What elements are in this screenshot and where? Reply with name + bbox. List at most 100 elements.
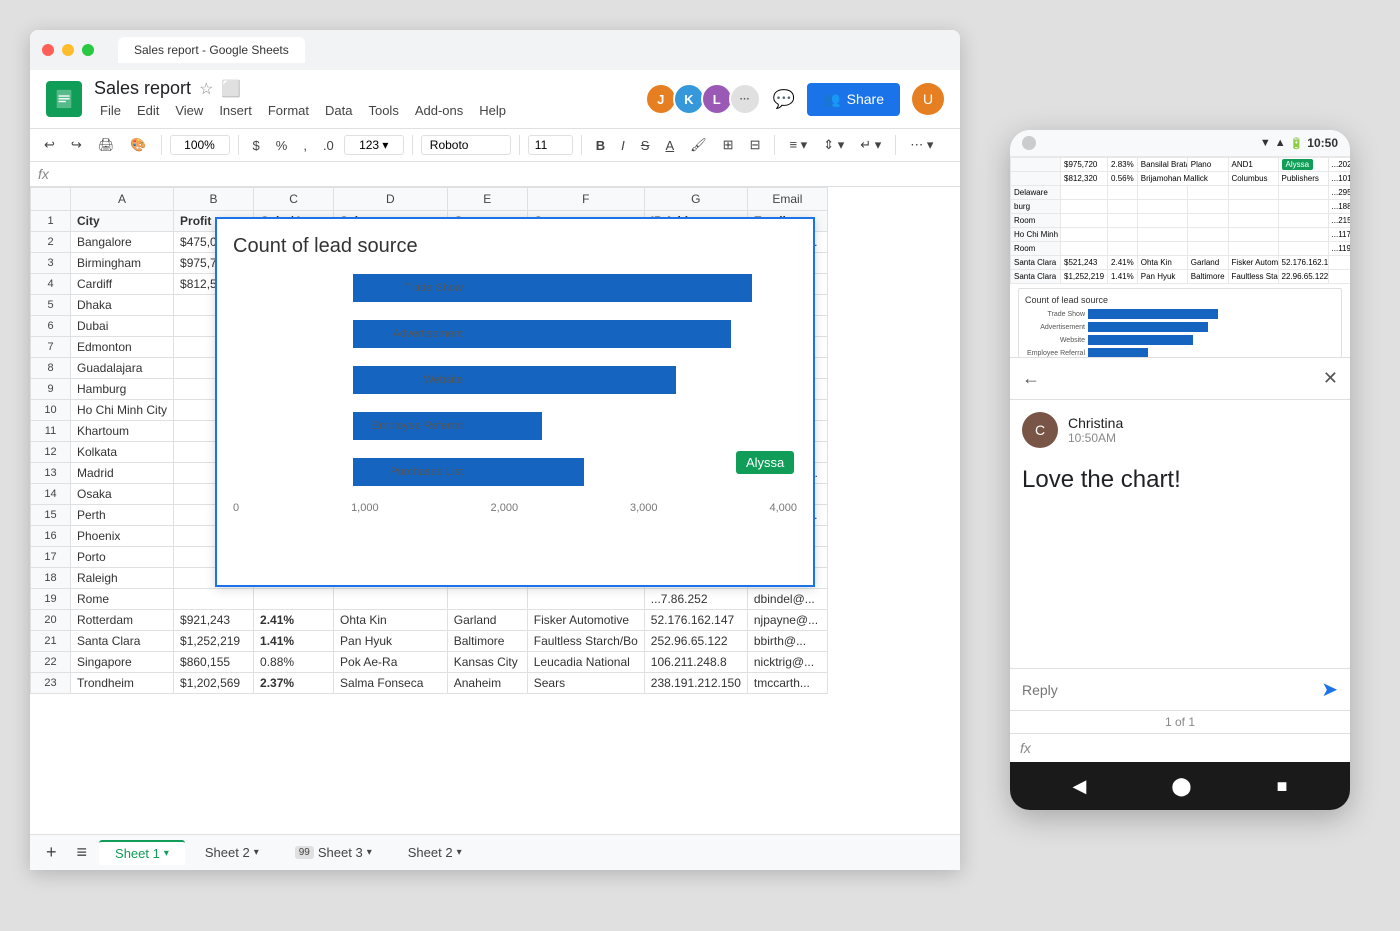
cell-r20-c6[interactable]: Faultless Starch/Bo	[527, 631, 644, 652]
cell-r21-c5[interactable]: Kansas City	[447, 652, 527, 673]
cell-r18-c7[interactable]: ...7.86.252	[644, 589, 747, 610]
cell-r14-c1[interactable]: Perth	[71, 505, 174, 526]
cell-r6-c1[interactable]: Edmonton	[71, 337, 174, 358]
cell-r18-c6[interactable]	[527, 589, 644, 610]
close-comments-button[interactable]: ✕	[1323, 368, 1338, 389]
add-sheet-button[interactable]: +	[38, 838, 65, 867]
cell-r20-c3[interactable]: 1.41%	[254, 631, 334, 652]
col-g-header[interactable]: G	[644, 188, 747, 211]
italic-button[interactable]: I	[615, 134, 631, 157]
cell-r22-c4[interactable]: Salma Fonseca	[334, 673, 448, 694]
cell-r21-c8[interactable]: nicktrig@...	[747, 652, 827, 673]
cell-r1-c0[interactable]: 2	[31, 232, 71, 253]
cell-r19-c6[interactable]: Fisker Automotive	[527, 610, 644, 631]
cell-r12-c1[interactable]: Madrid	[71, 463, 174, 484]
cell-r12-c0[interactable]: 13	[31, 463, 71, 484]
number-format[interactable]: 123 ▾	[344, 135, 404, 155]
cell-r20-c4[interactable]: Pan Hyuk	[334, 631, 448, 652]
doc-title[interactable]: Sales report	[94, 78, 191, 99]
cell-r18-c3[interactable]	[254, 589, 334, 610]
menu-insert[interactable]: Insert	[213, 101, 258, 120]
cell-r7-c1[interactable]: Guadalajara	[71, 358, 174, 379]
cell-r18-c2[interactable]	[174, 589, 254, 610]
cell-r1-c1[interactable]: Bangalore	[71, 232, 174, 253]
strikethrough-button[interactable]: S	[635, 134, 656, 157]
cell-r2-c1[interactable]: Birmingham	[71, 253, 174, 274]
redo-button[interactable]: ↪	[65, 133, 88, 157]
valign-button[interactable]: ⇕ ▾	[817, 133, 850, 157]
reply-input[interactable]	[1022, 682, 1313, 698]
paint-format-button[interactable]: 🎨	[124, 133, 152, 157]
cell-r15-c1[interactable]: Phoenix	[71, 526, 174, 547]
cell-r19-c3[interactable]: 2.41%	[254, 610, 334, 631]
sheet-tab-2[interactable]: Sheet 2 ▾	[189, 841, 275, 864]
cell-r18-c8[interactable]: dbindel@...	[747, 589, 827, 610]
menu-edit[interactable]: Edit	[131, 101, 165, 120]
col-d-header[interactable]: D	[334, 188, 448, 211]
font-size-selector[interactable]: 11	[528, 135, 573, 155]
menu-tools[interactable]: Tools	[362, 101, 404, 120]
zoom-control[interactable]: 100%	[170, 135, 230, 155]
borders-button[interactable]: ⊞	[717, 133, 740, 157]
cell-r8-c1[interactable]: Hamburg	[71, 379, 174, 400]
cell-r17-c0[interactable]: 18	[31, 568, 71, 589]
cell-r8-c0[interactable]: 9	[31, 379, 71, 400]
cell-r18-c1[interactable]: Rome	[71, 589, 174, 610]
cell-r21-c0[interactable]: 22	[31, 652, 71, 673]
cell-r3-c1[interactable]: Cardiff	[71, 274, 174, 295]
col-c-header[interactable]: C	[254, 188, 334, 211]
col-e-header[interactable]: E	[447, 188, 527, 211]
cell-r20-c7[interactable]: 252.96.65.122	[644, 631, 747, 652]
menu-file[interactable]: File	[94, 101, 127, 120]
home-nav-button[interactable]: ⬤	[1171, 776, 1191, 797]
cell-r22-c1[interactable]: Trondheim	[71, 673, 174, 694]
cell-r10-c0[interactable]: 11	[31, 421, 71, 442]
cell-r18-c5[interactable]	[447, 589, 527, 610]
cell-r19-c8[interactable]: njpayne@...	[747, 610, 827, 631]
merge-cells-button[interactable]: ⊟	[744, 133, 767, 157]
cell-r15-c0[interactable]: 16	[31, 526, 71, 547]
cell-r13-c1[interactable]: Osaka	[71, 484, 174, 505]
cell-r9-c1[interactable]: Ho Chi Minh City	[71, 400, 174, 421]
cell-r22-c8[interactable]: tmccarth...	[747, 673, 827, 694]
decimal-format-button[interactable]: .0	[317, 134, 340, 157]
menu-addons[interactable]: Add-ons	[409, 101, 469, 120]
star-icon[interactable]: ☆	[199, 79, 213, 99]
cell-r20-c1[interactable]: Santa Clara	[71, 631, 174, 652]
cell-r20-c2[interactable]: $1,252,219	[174, 631, 254, 652]
folder-icon[interactable]: ⬜	[221, 79, 241, 99]
maximize-dot[interactable]	[82, 44, 94, 56]
sheets-menu-button[interactable]: ≡	[69, 838, 96, 867]
wrap-button[interactable]: ↵ ▾	[854, 133, 887, 157]
menu-data[interactable]: Data	[319, 101, 358, 120]
cell-r4-c0[interactable]: 5	[31, 295, 71, 316]
cell-r6-c0[interactable]: 7	[31, 337, 71, 358]
cell-r22-c2[interactable]: $1,202,569	[174, 673, 254, 694]
cell-r0-c1[interactable]: City	[71, 211, 174, 232]
cell-r19-c2[interactable]: $921,243	[174, 610, 254, 631]
back-nav-button[interactable]: ◀	[1073, 776, 1087, 797]
cell-r11-c0[interactable]: 12	[31, 442, 71, 463]
sheet-tab-1[interactable]: Sheet 1 ▾	[99, 840, 185, 865]
send-reply-button[interactable]: ➤	[1321, 677, 1338, 702]
undo-button[interactable]: ↩	[38, 133, 61, 157]
comma-button[interactable]: ,	[297, 134, 313, 157]
cell-r5-c0[interactable]: 6	[31, 316, 71, 337]
chat-icon[interactable]: 💬	[773, 89, 795, 110]
cell-r22-c7[interactable]: 238.191.212.150	[644, 673, 747, 694]
cell-r7-c0[interactable]: 8	[31, 358, 71, 379]
cell-r20-c5[interactable]: Baltimore	[447, 631, 527, 652]
recents-nav-button[interactable]: ■	[1277, 776, 1288, 797]
user-account-avatar[interactable]: U	[912, 83, 944, 115]
cell-r19-c5[interactable]: Garland	[447, 610, 527, 631]
menu-view[interactable]: View	[169, 101, 209, 120]
cell-r5-c1[interactable]: Dubai	[71, 316, 174, 337]
currency-button[interactable]: $	[247, 134, 266, 157]
cell-r20-c0[interactable]: 21	[31, 631, 71, 652]
cell-r13-c0[interactable]: 14	[31, 484, 71, 505]
close-dot[interactable]	[42, 44, 54, 56]
cell-r14-c0[interactable]: 15	[31, 505, 71, 526]
percent-button[interactable]: %	[270, 134, 294, 157]
col-a-header[interactable]: A	[71, 188, 174, 211]
menu-help[interactable]: Help	[473, 101, 512, 120]
